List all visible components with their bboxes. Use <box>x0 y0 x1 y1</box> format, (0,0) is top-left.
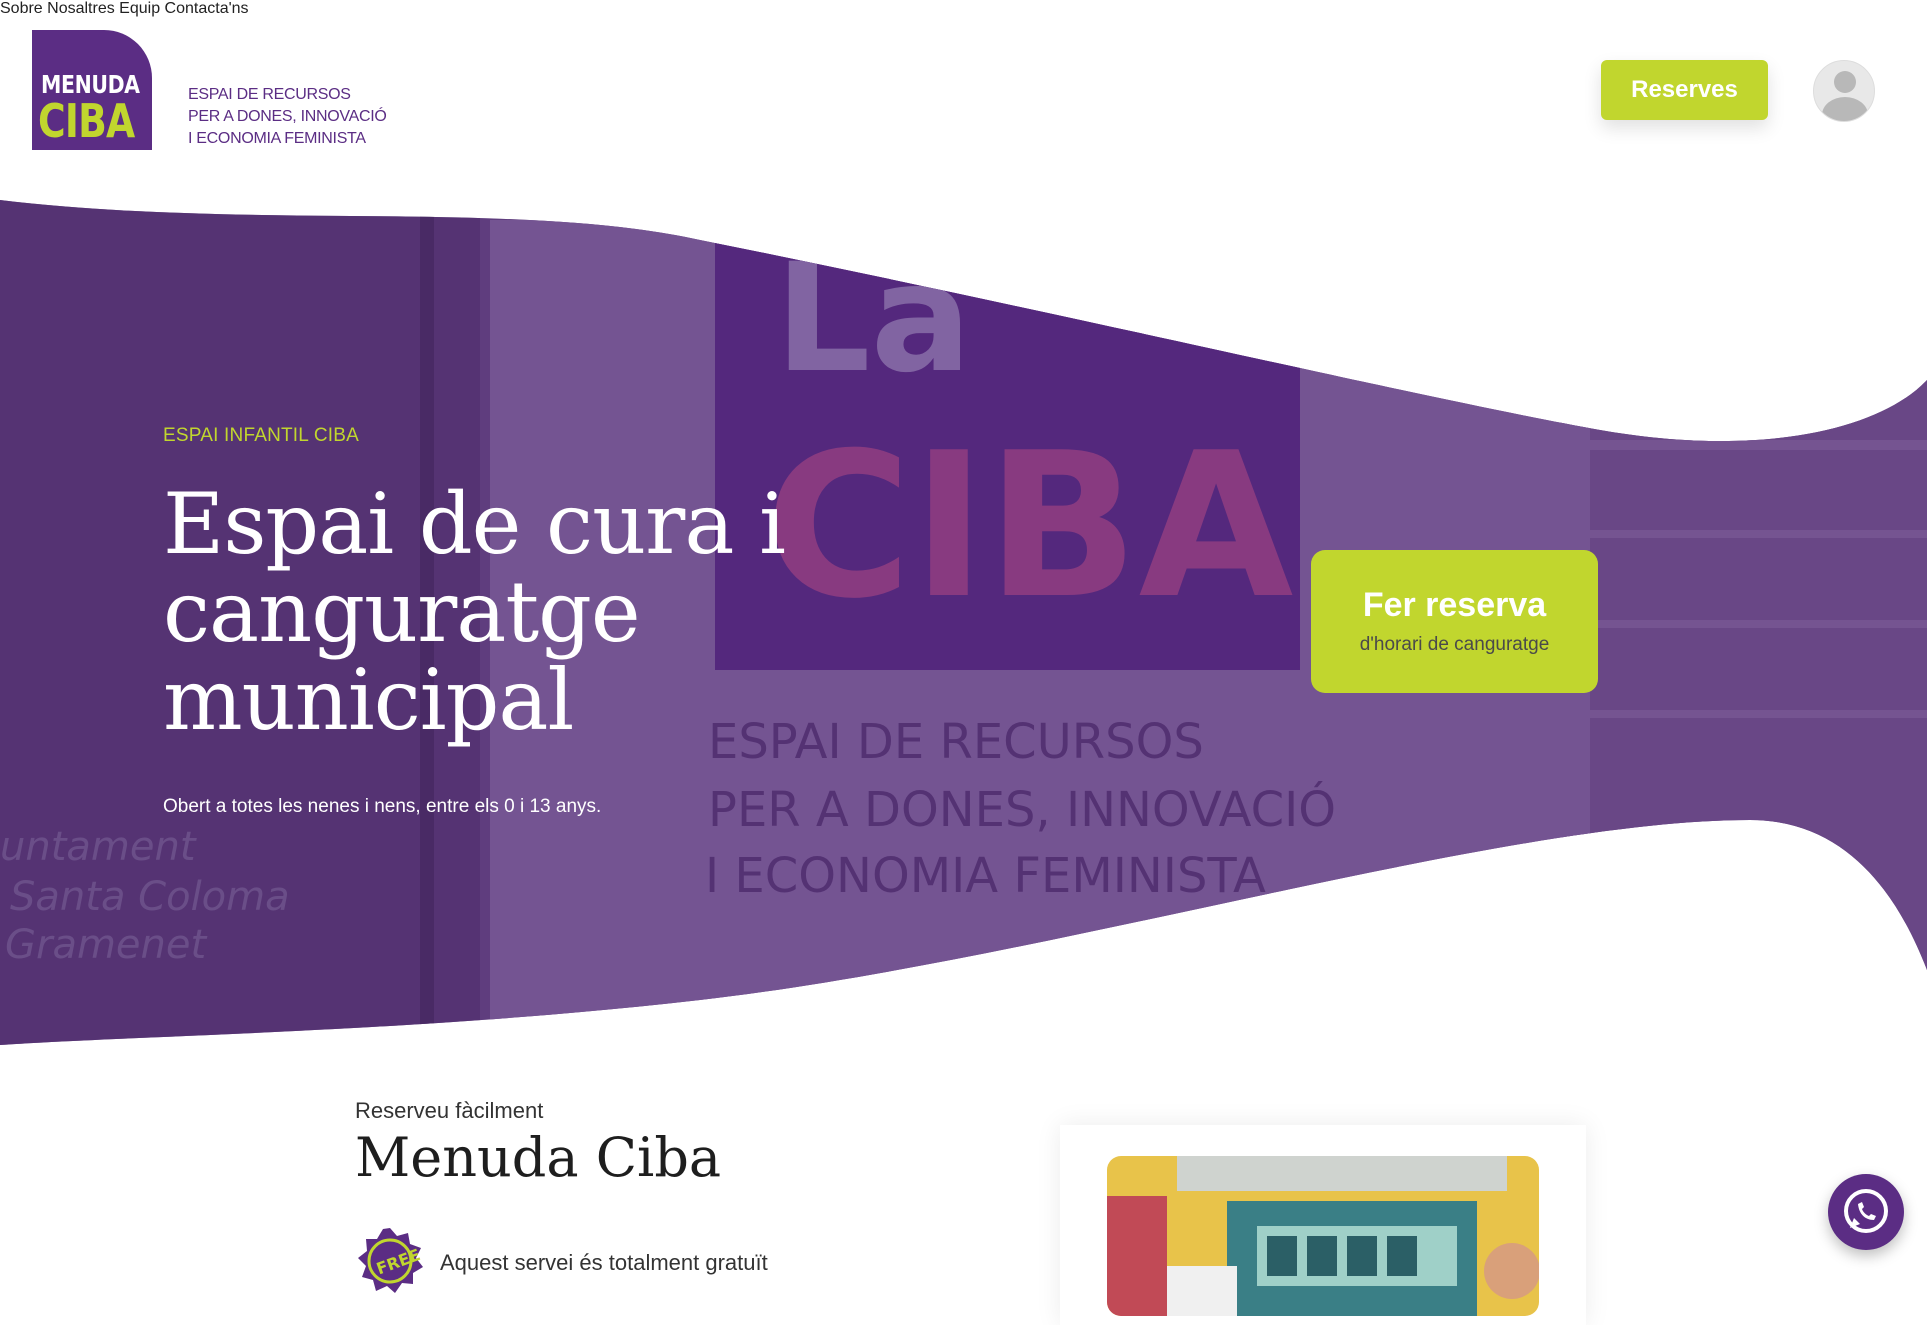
cta-main-label: Fer reserva <box>1362 586 1547 624</box>
site-header: MENUDA CIBA ESPAI DE RECURSOS PER A DONE… <box>0 0 1927 200</box>
free-service-text: Aquest servei és totalment gratuït <box>440 1250 768 1275</box>
fer-reserva-button[interactable]: Fer reserva d'horari de canguratge <box>1311 550 1598 693</box>
menuda-ciba-logo[interactable]: MENUDA CIBA <box>32 30 152 150</box>
hero-eyebrow: ESPAI INFANTIL CIBA <box>163 425 359 446</box>
whatsapp-icon[interactable] <box>1828 1174 1904 1250</box>
tagline-line: PER A DONES, INNOVACIÓ <box>188 108 387 125</box>
tagline-line: ESPAI DE RECURSOS <box>188 86 351 103</box>
nav-equip[interactable]: Equip <box>119 0 160 17</box>
hero-title: Espai de cura i canguratge municipal <box>163 480 863 744</box>
mural-image <box>1107 1156 1539 1316</box>
user-avatar-icon[interactable] <box>1813 60 1875 122</box>
hero-title-line: municipal <box>163 651 574 749</box>
reserves-button[interactable]: Reserves <box>1601 60 1768 120</box>
cta-sub-label: d'horari de canguratge <box>1359 634 1550 655</box>
hero-title-line: Espai de cura i <box>163 475 786 573</box>
section-eyebrow: Reserveu fàcilment <box>355 1098 544 1123</box>
hero-title-line: canguratge <box>163 563 641 661</box>
free-badge-icon: FREE <box>358 1228 423 1293</box>
tagline-line: I ECONOMIA FEMINISTA <box>188 130 366 147</box>
logo-line-2: CIBA <box>38 94 135 148</box>
nav-sobre-nosaltres[interactable]: Sobre Nosaltres <box>0 0 115 17</box>
nav-contactans[interactable]: Contacta'ns <box>165 0 249 17</box>
logo-tagline: ESPAI DE RECURSOS PER A DONES, INNOVACIÓ… <box>188 84 387 150</box>
hero-subtitle: Obert a totes les nenes i nens, entre el… <box>163 796 602 817</box>
section-title: Menuda Ciba <box>355 1126 722 1189</box>
